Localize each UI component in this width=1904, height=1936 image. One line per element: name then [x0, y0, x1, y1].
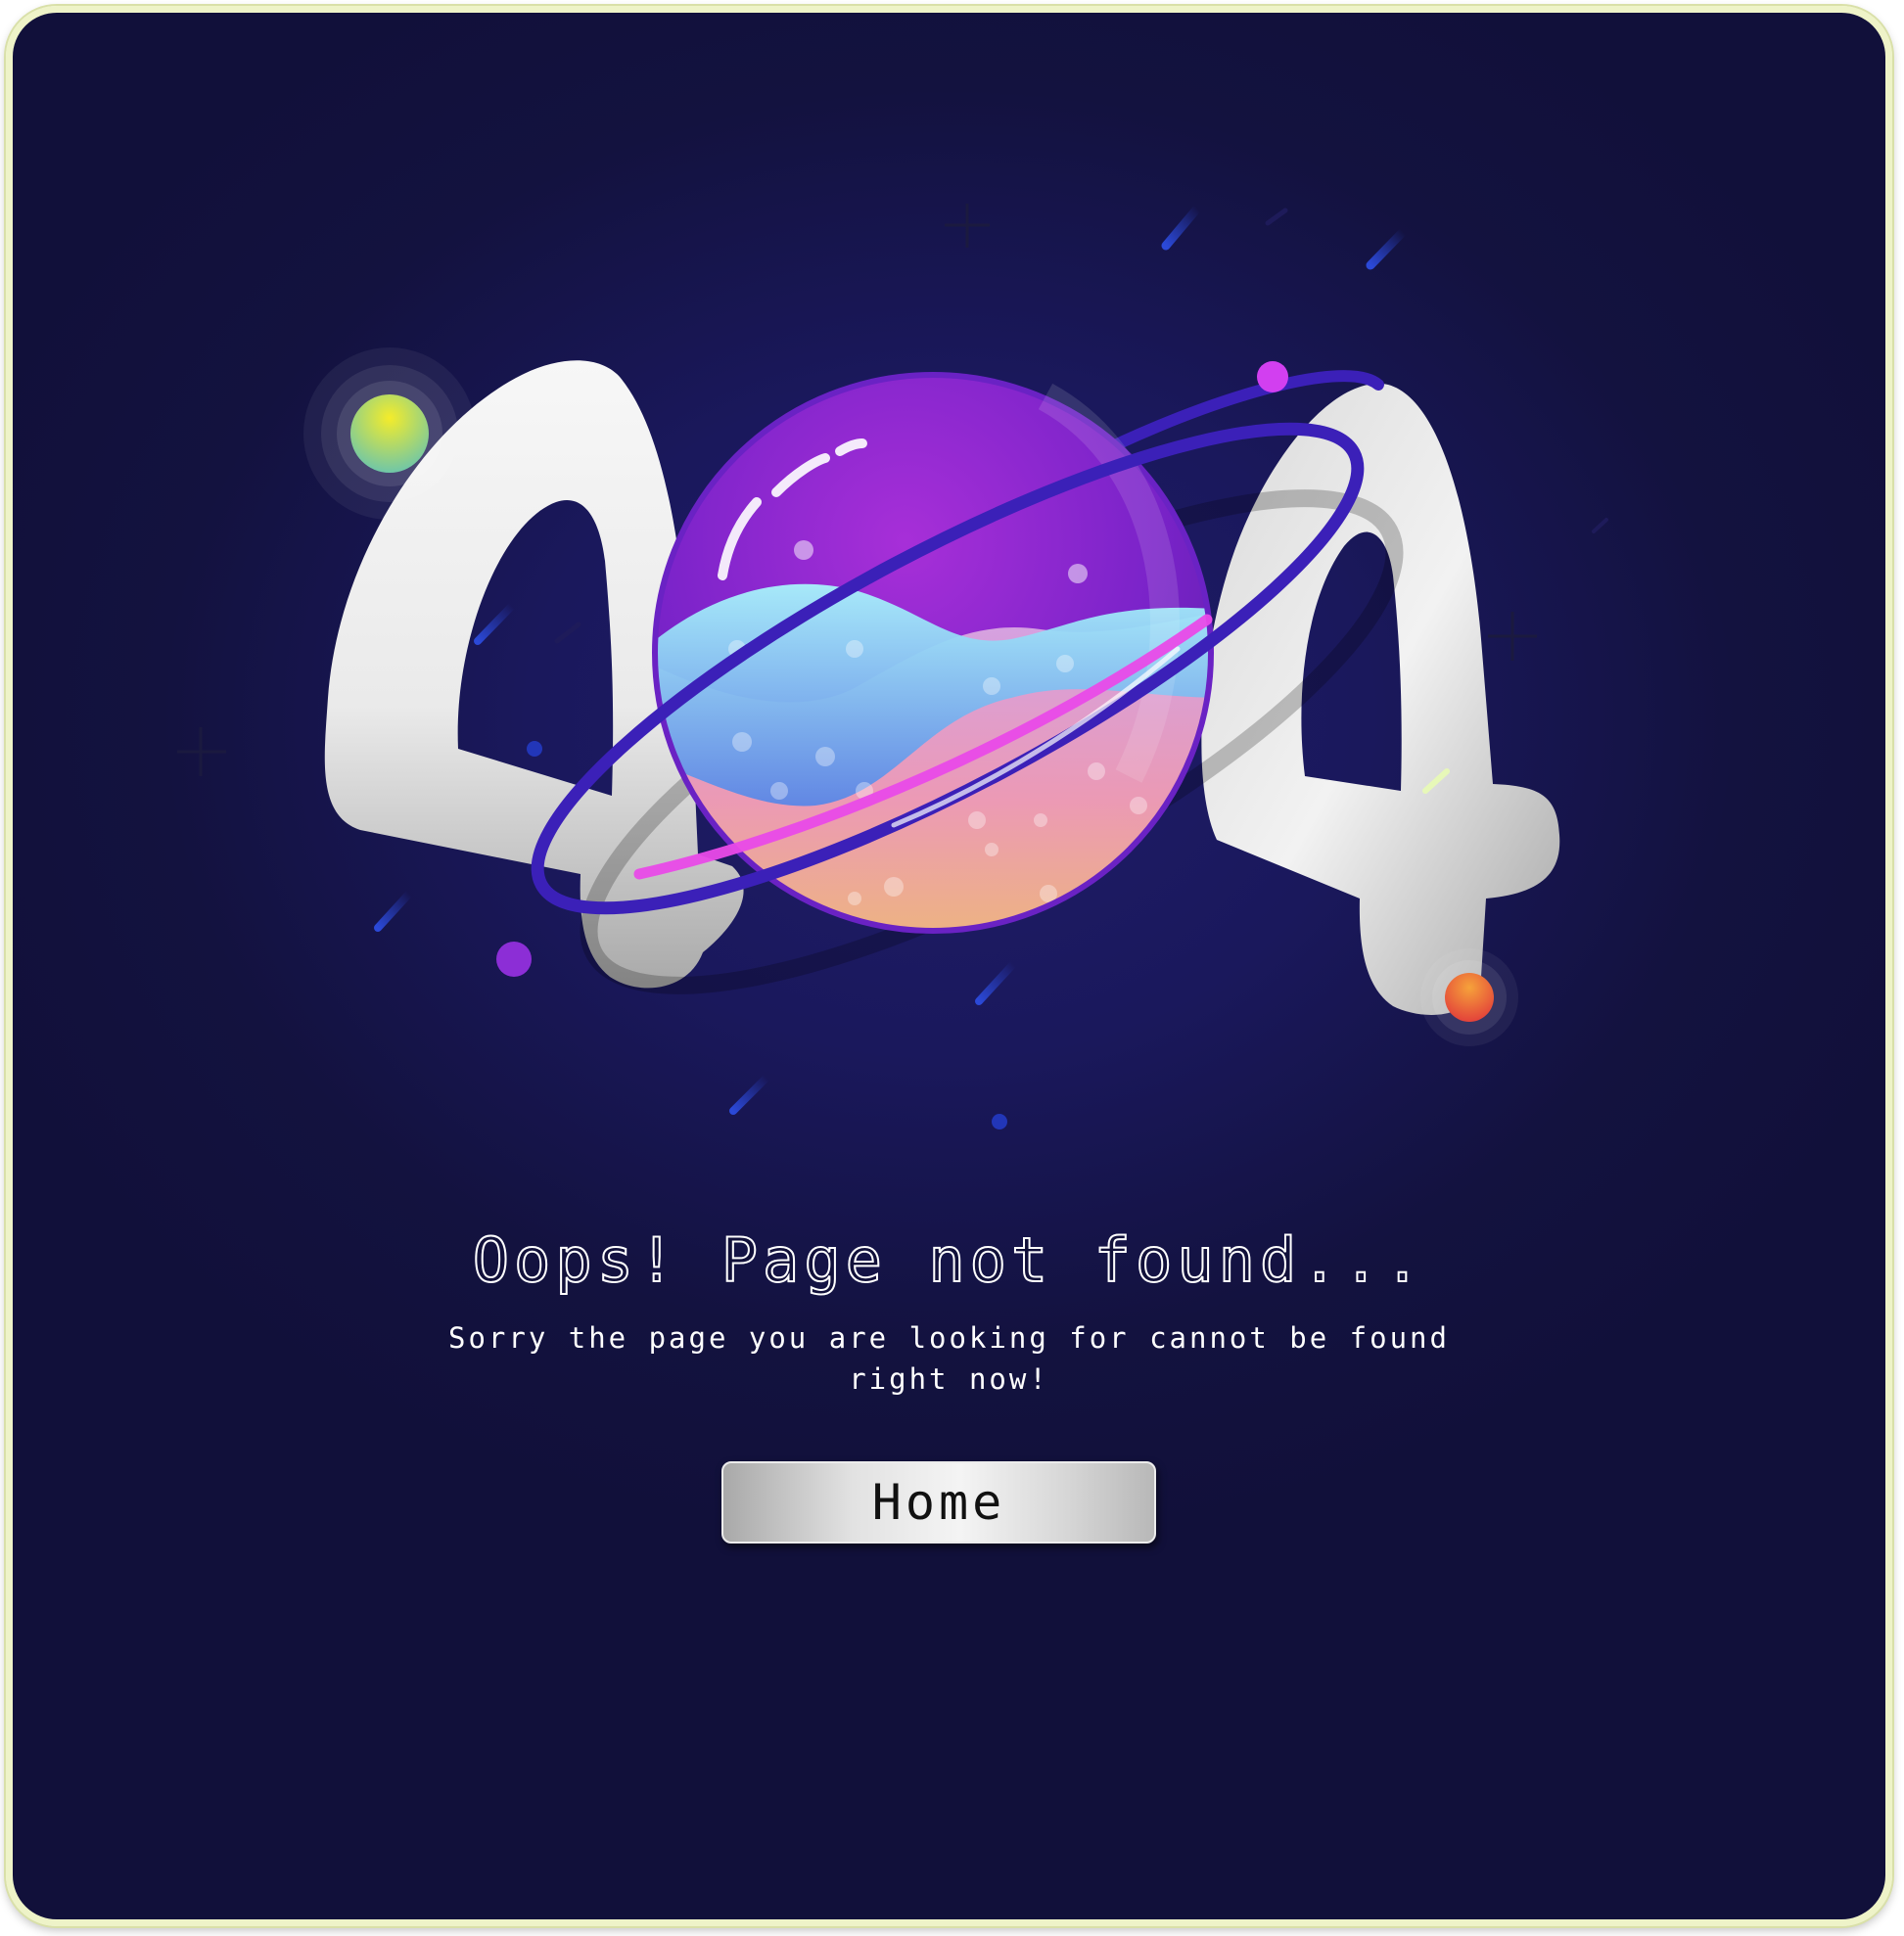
page-title: Oops! Page not found... [472, 1223, 1426, 1297]
home-button-label: Home [871, 1474, 1006, 1531]
404-illustration [177, 204, 1608, 1129]
digit-four-right [1201, 383, 1560, 1015]
error-message: Sorry the page you are looking for canno… [448, 1321, 1450, 1396]
yellow-moon-icon [303, 347, 476, 520]
page-frame: Oops! Page not found... Sorry the page y… [6, 6, 1892, 1926]
home-button[interactable]: Home [721, 1461, 1156, 1544]
orange-moon-icon [1420, 948, 1518, 1046]
